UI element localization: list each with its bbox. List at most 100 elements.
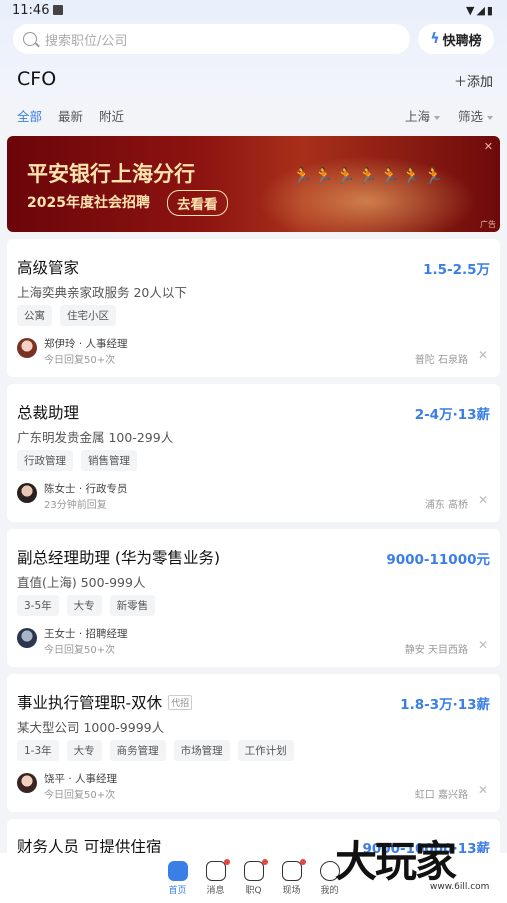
add-label: 添加 — [466, 75, 493, 90]
job-salary: 9000-11000元 — [386, 552, 490, 568]
job-tags: 公寓 住宅小区 — [17, 305, 116, 326]
dismiss-icon[interactable]: ✕ — [478, 348, 488, 362]
job-title-text: 高级管家 — [17, 259, 80, 277]
tab-all[interactable]: 全部 — [17, 106, 42, 125]
clock: 11:46 — [12, 3, 50, 18]
reply-status: 23分钟前回复 — [44, 500, 107, 511]
filter-bar: 上海 筛选 — [405, 106, 493, 125]
job-tag: 3-5年 — [17, 595, 59, 616]
job-title: 总裁助理 — [17, 401, 79, 423]
badge-dot — [223, 859, 230, 865]
job-title: 事业执行管理职-双休 代招 — [17, 691, 193, 713]
chevron-down-icon — [433, 115, 440, 120]
dismiss-icon[interactable]: ✕ — [478, 783, 488, 797]
dismiss-icon[interactable]: ✕ — [478, 493, 488, 507]
job-card[interactable]: 总裁助理 2-4万·13薪 广东明发贵金属 100-299人 行政管理 销售管理… — [7, 384, 500, 522]
reply-status: 今日回复50+次 — [44, 645, 116, 656]
banner-cta-button[interactable]: 去看看 — [167, 190, 228, 216]
job-tag: 商务管理 — [109, 740, 166, 761]
recruiter: 饶平 · 人事经理 — [44, 773, 118, 785]
ad-label: 广告 — [480, 220, 496, 229]
job-title: 副总经理助理 (华为零售业务) — [17, 546, 220, 568]
lightning-icon: ϟ — [430, 31, 440, 47]
job-tag: 大专 — [66, 740, 102, 761]
avatar — [17, 483, 37, 503]
search-input[interactable]: 搜索职位/公司 — [13, 24, 410, 54]
plus-icon: ＋ — [453, 75, 467, 90]
job-tag: 住宅小区 — [60, 305, 116, 326]
avatar — [17, 628, 37, 648]
badge-dot — [261, 859, 268, 865]
job-tag: 新零售 — [109, 595, 156, 616]
job-card[interactable]: 高级管家 1.5-2.5万 上海奕典亲家政服务 20人以下 公寓 住宅小区 郑伊… — [7, 239, 500, 377]
play-icon — [281, 861, 302, 881]
job-tag: 大专 — [66, 595, 102, 616]
job-card[interactable]: 事业执行管理职-双休 代招 1.8-3万·13薪 某大型公司 1000-9999人… — [7, 674, 500, 812]
recruiter: 王女士 · 招聘经理 — [44, 628, 128, 640]
quick-hire-button[interactable]: ϟ 快聘榜 — [418, 24, 494, 54]
quick-hire-label: 快聘榜 — [442, 33, 482, 49]
chevron-down-icon — [487, 115, 493, 120]
badge-dot — [299, 859, 306, 865]
avatar — [17, 338, 37, 358]
job-tag: 行政管理 — [17, 450, 73, 471]
job-title-text: 总裁助理 — [17, 404, 80, 422]
agent-badge: 代招 — [168, 694, 193, 710]
avatar — [17, 773, 37, 793]
job-title: 高级管家 — [17, 256, 79, 278]
recruiter: 郑伊玲 · 人事经理 — [44, 338, 128, 350]
job-tag: 市场管理 — [173, 740, 230, 761]
banner-title: 平安银行上海分行 — [27, 162, 195, 186]
recruiter: 陈女士 · 行政专员 — [44, 483, 128, 495]
job-tag: 销售管理 — [81, 450, 137, 471]
message-icon — [205, 861, 226, 881]
job-tags: 1-3年 大专 商务管理 市场管理 工作计划 — [17, 740, 294, 761]
nav-live[interactable]: 现场 — [281, 853, 306, 903]
search-placeholder: 搜索职位/公司 — [45, 33, 128, 49]
job-card[interactable]: 副总经理助理 (华为零售业务) 9000-11000元 直值(上海) 500-9… — [7, 529, 500, 667]
job-tabs: 全部 最新 附近 — [17, 106, 124, 125]
nav-label: 首页 — [168, 886, 187, 896]
nav-label: 职Q — [245, 886, 262, 896]
close-icon[interactable]: ✕ — [484, 140, 493, 153]
chat-icon — [243, 861, 264, 881]
tab-nearby[interactable]: 附近 — [99, 106, 124, 125]
job-location: 浦东 高桥 — [424, 500, 468, 511]
job-tags: 3-5年 大专 新零售 — [17, 595, 156, 616]
company-info: 某大型公司 1000-9999人 — [17, 720, 165, 735]
watermark: 大玩家 — [335, 837, 457, 886]
home-icon — [167, 861, 188, 881]
nav-jobq[interactable]: 职Q — [243, 853, 268, 903]
runners-image: 🏃🏃🏃🏃🏃🏃🏃 — [292, 166, 446, 185]
nav-messages[interactable]: 消息 — [205, 853, 230, 903]
nav-label: 现场 — [282, 886, 301, 896]
job-location: 普陀 石泉路 — [414, 355, 468, 366]
job-location: 静安 天目西路 — [404, 645, 468, 656]
job-tag: 公寓 — [17, 305, 52, 326]
job-title-text: 事业执行管理职-双休 — [17, 694, 163, 712]
watermark-url: www.6ill.com — [430, 882, 490, 892]
dismiss-icon[interactable]: ✕ — [478, 638, 488, 652]
company-info: 上海奕典亲家政服务 20人以下 — [17, 285, 187, 300]
tab-latest[interactable]: 最新 — [58, 106, 83, 125]
company-info: 直值(上海) 500-999人 — [17, 575, 146, 590]
notification-icon — [53, 5, 63, 15]
job-tags: 行政管理 销售管理 — [17, 450, 137, 471]
page-title: CFO — [17, 68, 57, 90]
company-info: 广东明发贵金属 100-299人 — [17, 430, 174, 445]
reply-status: 今日回复50+次 — [44, 355, 116, 366]
city-label: 上海 — [404, 109, 430, 124]
job-location: 虹口 嘉兴路 — [414, 790, 468, 801]
job-tag: 1-3年 — [17, 740, 59, 761]
signal-battery-icon: ▼◢▮ — [466, 4, 495, 17]
add-button[interactable]: ＋添加 — [454, 71, 493, 90]
nav-home[interactable]: 首页 — [167, 853, 188, 903]
city-dropdown[interactable]: 上海 — [405, 106, 440, 125]
search-icon — [23, 32, 37, 46]
banner-subtitle: 2025年度社会招聘 — [27, 195, 150, 211]
ad-banner[interactable]: 🏃🏃🏃🏃🏃🏃🏃 平安银行上海分行 2025年度社会招聘 去看看 ✕ 广告 — [7, 136, 500, 232]
job-tag: 工作计划 — [237, 740, 294, 761]
job-title-text: 副总经理助理 (华为零售业务) — [17, 549, 221, 567]
job-salary: 1.8-3万·13薪 — [400, 697, 490, 713]
filter-dropdown[interactable]: 筛选 — [458, 106, 493, 125]
